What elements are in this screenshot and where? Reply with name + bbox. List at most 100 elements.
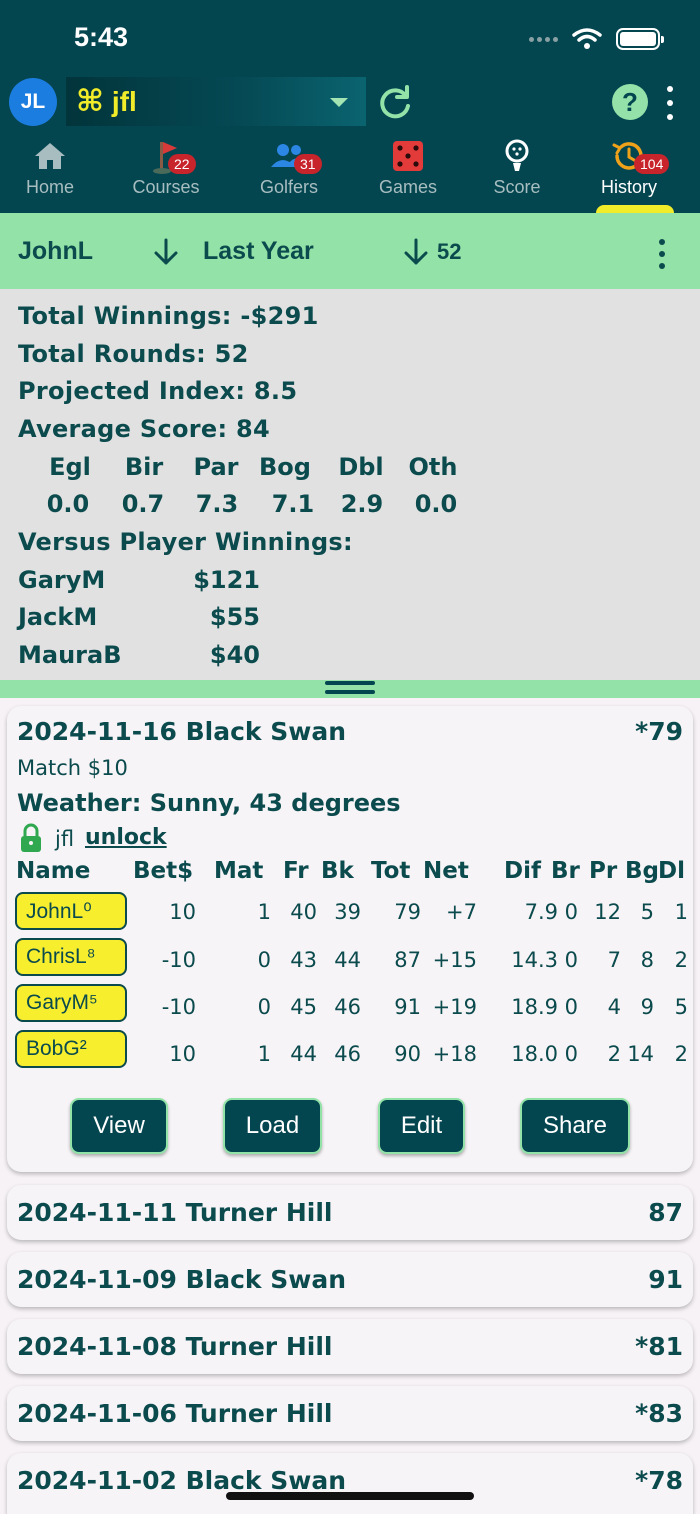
active-tab-indicator [596, 205, 674, 213]
tab-bar: Home Courses 22 Golfers 31 Games Score H… [0, 136, 700, 213]
battery-icon [616, 28, 664, 50]
player-chip[interactable]: GaryM⁵ [15, 984, 127, 1022]
stat-header: Bir [124, 453, 164, 481]
stat-header: Dbl [338, 453, 384, 481]
app-header: 5:43 JL ⌘ jfl ? Home Courses 22 Golfers … [0, 0, 700, 213]
bogey-cell: 8 [640, 948, 654, 972]
badge-count: 104 [634, 154, 670, 174]
more-vertical-icon[interactable] [664, 86, 676, 120]
history-filter-bar: JohnL Last Year 52 [0, 213, 700, 289]
round-card[interactable]: 2024-11-06 Turner Hill *83 [7, 1386, 693, 1441]
tab-history[interactable]: History 104 [590, 136, 670, 198]
back-cell: 46 [334, 995, 361, 1019]
lock-icon [21, 823, 41, 852]
round-card[interactable]: 2024-11-08 Turner Hill *81 [7, 1319, 693, 1374]
round-title: 2024-11-06 Turner Hill [17, 1399, 333, 1428]
column-header: Mat [214, 858, 264, 884]
front-cell: 43 [290, 948, 317, 972]
player-chip[interactable]: ChrisL⁸ [15, 938, 127, 976]
round-title: 2024-11-16 Black Swan [17, 717, 347, 746]
round-card[interactable]: 2024-11-09 Black Swan 91 [7, 1252, 693, 1307]
badge-count: 22 [168, 154, 196, 174]
tab-games[interactable]: Games [368, 136, 448, 198]
round-score: *83 [635, 1399, 683, 1428]
total-cell: 79 [394, 900, 421, 924]
match-label: Match $10 [17, 756, 128, 780]
stat-header: Bog [259, 453, 311, 481]
tab-score[interactable]: Score [478, 136, 556, 198]
diff-cell: 18.9 [511, 995, 558, 1019]
more-vertical-icon[interactable] [658, 239, 666, 269]
chevron-down-icon [330, 98, 348, 107]
tab-home[interactable]: Home [10, 136, 90, 198]
versus-player-name: MauraB [18, 641, 122, 669]
bogey-cell: 9 [640, 995, 654, 1019]
help-icon[interactable]: ? [612, 84, 648, 120]
arrow-down-icon[interactable] [153, 237, 179, 267]
tab-label: Score [493, 177, 541, 197]
player-chip[interactable]: JohnL⁰ [15, 892, 127, 930]
double-cell: 2 [674, 1042, 688, 1066]
dice-icon [393, 141, 423, 171]
command-icon: ⌘ [76, 84, 104, 119]
total-cell: 90 [394, 1042, 421, 1066]
round-title: 2024-11-09 Black Swan [17, 1265, 347, 1294]
cellular-icon [529, 36, 558, 42]
back-cell: 39 [334, 900, 361, 924]
par-cell: 2 [607, 1042, 621, 1066]
birdie-cell: 0 [564, 948, 578, 972]
match-cell: 1 [257, 900, 271, 924]
bet-cell: 10 [169, 1042, 196, 1066]
view-button[interactable]: View [70, 1098, 168, 1154]
par-cell: 7 [607, 948, 621, 972]
versus-title: Versus Player Winnings: [18, 528, 353, 556]
bet-cell: -10 [161, 995, 196, 1019]
front-cell: 40 [290, 900, 317, 924]
status-time: 5:43 [74, 22, 129, 52]
column-header: Net [423, 858, 469, 884]
round-score: 91 [648, 1265, 683, 1294]
period-filter[interactable]: Last Year [203, 237, 314, 266]
group-selector[interactable]: ⌘ jfl [66, 77, 366, 126]
column-header: Dl [658, 858, 685, 884]
average-score: Average Score: 84 [18, 415, 271, 443]
refresh-icon[interactable] [376, 84, 414, 122]
load-button[interactable]: Load [223, 1098, 322, 1154]
unlock-link[interactable]: unlock [85, 825, 167, 850]
front-cell: 44 [290, 1042, 317, 1066]
tab-golfers[interactable]: Golfers 31 [248, 136, 330, 198]
player-chip[interactable]: BobG² [15, 1030, 127, 1068]
avatar[interactable]: JL [9, 78, 57, 126]
back-cell: 44 [334, 948, 361, 972]
birdie-cell: 0 [564, 1042, 578, 1066]
arrow-down-icon[interactable] [403, 237, 429, 267]
versus-player-amount: $121 [193, 566, 260, 594]
share-button[interactable]: Share [520, 1098, 630, 1154]
tab-courses[interactable]: Courses 22 [124, 136, 208, 198]
home-indicator [226, 1492, 474, 1500]
round-title: 2024-11-02 Black Swan [17, 1466, 347, 1495]
player-filter[interactable]: JohnL [18, 237, 93, 266]
diff-cell: 7.9 [524, 900, 558, 924]
wifi-icon [572, 28, 602, 49]
group-name: jfl [111, 85, 137, 117]
match-cell: 1 [257, 1042, 271, 1066]
round-card[interactable]: 2024-11-02 Black Swan *78 [7, 1453, 693, 1514]
total-winnings: Total Winnings: -$291 [18, 302, 319, 330]
scores-table: Name Bet$ Mat Fr Bk Tot Net Dif Br Pr Bg… [7, 858, 693, 1088]
diff-cell: 14.3 [511, 948, 558, 972]
diff-cell: 18.0 [511, 1042, 558, 1066]
edit-button[interactable]: Edit [378, 1098, 465, 1154]
match-cell: 0 [257, 995, 271, 1019]
birdie-cell: 0 [564, 900, 578, 924]
resize-handle[interactable] [0, 680, 700, 698]
net-cell: +18 [432, 1042, 477, 1066]
versus-player-amount: $55 [209, 603, 260, 631]
projected-index: Projected Index: 8.5 [18, 377, 298, 405]
round-card[interactable]: 2024-11-11 Turner Hill 87 [7, 1185, 693, 1240]
column-header: Fr [283, 858, 309, 884]
front-cell: 45 [290, 995, 317, 1019]
round-score: *79 [635, 717, 683, 746]
round-card-expanded[interactable]: 2024-11-16 Black Swan *79 Match $10 Weat… [7, 706, 693, 1172]
total-cell: 87 [394, 948, 421, 972]
